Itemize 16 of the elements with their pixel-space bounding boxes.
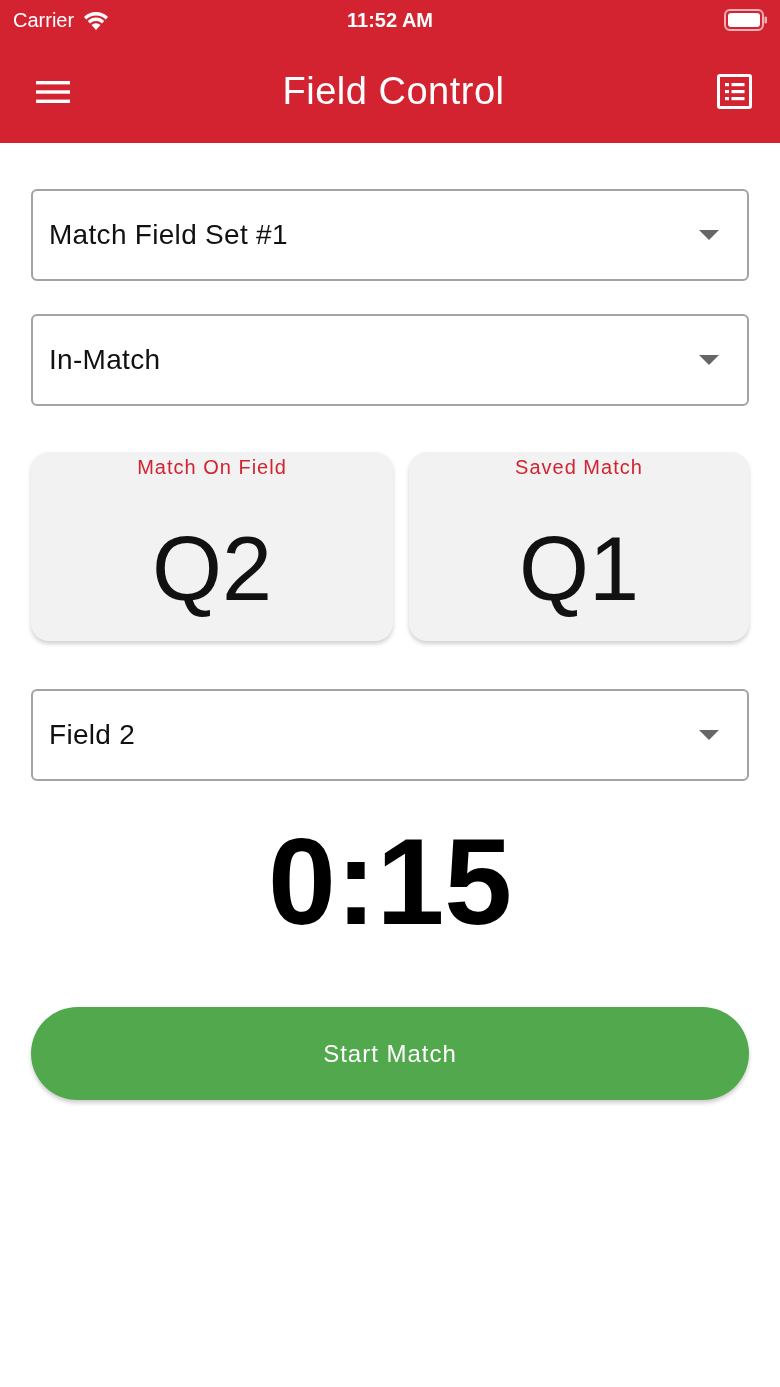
status-time: 11:52 AM [347, 8, 433, 33]
match-timer: 0:15 [267, 821, 513, 943]
menu-icon[interactable] [36, 80, 70, 103]
battery-icon [724, 9, 768, 31]
caret-icon [699, 230, 719, 240]
match-phase-dropdown[interactable]: In-Match [31, 314, 749, 406]
card-label: Match On Field [137, 455, 287, 478]
app-title: Field Control [282, 69, 505, 114]
list-icon[interactable] [717, 74, 752, 109]
card-label: Saved Match [515, 455, 643, 478]
caret-icon [699, 355, 719, 365]
carrier-label: Carrier [13, 8, 75, 33]
field-set-dropdown[interactable]: Match Field Set #1 [31, 189, 749, 281]
caret-icon [699, 730, 719, 740]
field-dropdown[interactable]: Field 2 [31, 689, 749, 781]
wifi-icon [82, 10, 111, 30]
